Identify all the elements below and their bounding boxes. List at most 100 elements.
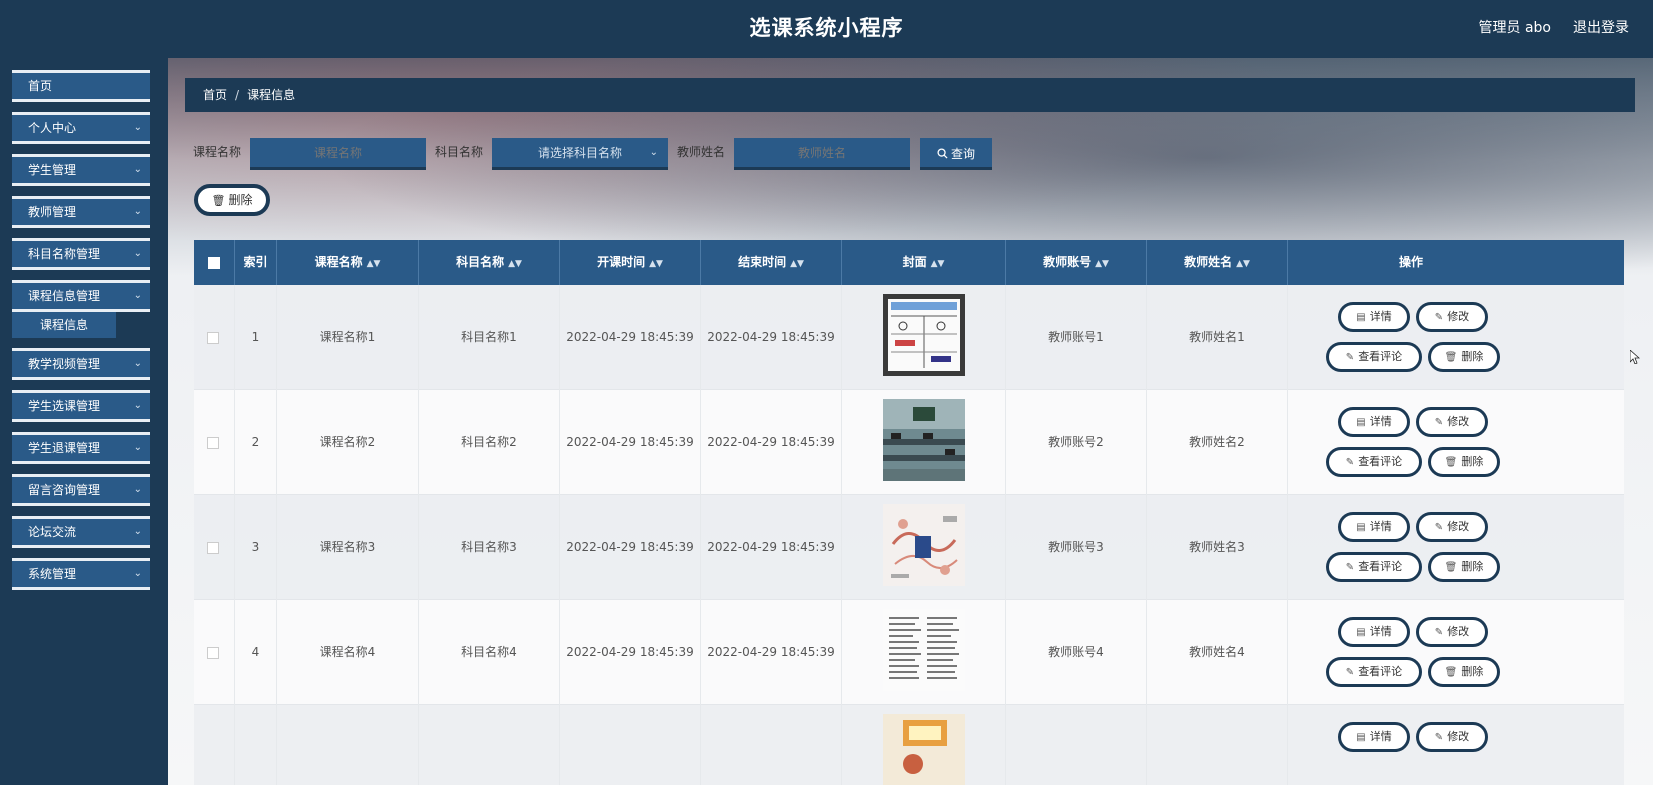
edit-button[interactable]: ✎ 修改 bbox=[1416, 302, 1488, 332]
sidebar-item-teachers[interactable]: 教师管理 ⌄ bbox=[12, 196, 150, 228]
chevron-down-icon: ⌄ bbox=[133, 442, 142, 453]
view-comments-button[interactable]: ✎ 查看评论 bbox=[1326, 552, 1422, 582]
sort-icon[interactable]: ▲▼ bbox=[508, 259, 522, 269]
sidebar-item-label: 系统管理 bbox=[28, 567, 77, 581]
cell-course-name: 课程名称2 bbox=[277, 390, 419, 495]
teacher-name-label: 教师姓名 bbox=[677, 145, 726, 159]
delete-button-label: 删除 bbox=[1461, 665, 1484, 678]
sort-icon[interactable]: ▲▼ bbox=[1095, 259, 1109, 269]
subject-select[interactable]: 请选择科目名称 ⌄ bbox=[492, 138, 668, 170]
sort-icon[interactable]: ▲▼ bbox=[649, 259, 663, 269]
sidebar-item-courses[interactable]: 课程信息管理 ⌄ bbox=[12, 280, 150, 312]
cell-cover bbox=[842, 495, 1006, 600]
cover-image[interactable] bbox=[883, 399, 965, 481]
sort-icon[interactable]: ▲▼ bbox=[367, 259, 381, 269]
sidebar-item-label: 首页 bbox=[28, 79, 53, 93]
cell-cover bbox=[842, 705, 1006, 785]
edit-button-label: 修改 bbox=[1447, 625, 1470, 638]
cover-image[interactable] bbox=[883, 504, 965, 586]
select-all-cell bbox=[194, 240, 235, 285]
delete-button[interactable]: 🗑 删除 bbox=[1428, 657, 1500, 687]
row-checkbox[interactable] bbox=[207, 437, 219, 449]
logout-link[interactable]: 退出登录 bbox=[1573, 17, 1629, 37]
sidebar-item-messages[interactable]: 留言咨询管理 ⌄ bbox=[12, 474, 150, 506]
view-comments-button[interactable]: ✎ 查看评论 bbox=[1326, 342, 1422, 372]
sort-icon[interactable]: ▲▼ bbox=[790, 259, 804, 269]
cell-subject-name bbox=[419, 705, 560, 785]
delete-button[interactable]: 🗑 删除 bbox=[1428, 447, 1500, 477]
col-course-name-label: 课程名称 bbox=[314, 255, 363, 269]
view-comments-button[interactable]: ✎ 查看评论 bbox=[1326, 447, 1422, 477]
sidebar-item-home[interactable]: 首页 bbox=[12, 70, 150, 102]
table-row: 3 课程名称3 科目名称3 2022-04-29 18:45:39 2022-0… bbox=[194, 495, 1624, 600]
select-all-checkbox[interactable] bbox=[208, 256, 220, 269]
row-select-cell bbox=[194, 285, 235, 390]
edit-button[interactable]: ✎ 修改 bbox=[1416, 512, 1488, 542]
course-name-input[interactable] bbox=[250, 138, 426, 170]
cell-end-time: 2022-04-29 18:45:39 bbox=[701, 285, 842, 390]
delete-button[interactable]: 🗑 删除 bbox=[1428, 552, 1500, 582]
cover-image[interactable] bbox=[883, 609, 965, 691]
col-actions-label: 操作 bbox=[1398, 255, 1423, 269]
chevron-down-icon: ⌄ bbox=[133, 248, 142, 259]
table-row: ▤ 详情 ✎ 修改 bbox=[194, 705, 1624, 785]
teacher-name-input[interactable] bbox=[734, 138, 910, 170]
sort-icon[interactable]: ▲▼ bbox=[1236, 259, 1250, 269]
edit-button[interactable]: ✎ 修改 bbox=[1416, 722, 1488, 752]
col-course-name[interactable]: 课程名称 ▲▼ bbox=[277, 240, 419, 285]
cell-actions: ▤ 详情 ✎ 修改 bbox=[1288, 705, 1534, 785]
sidebar-item-students[interactable]: 学生管理 ⌄ bbox=[12, 154, 150, 186]
sidebar-item-subjects[interactable]: 科目名称管理 ⌄ bbox=[12, 238, 150, 270]
row-checkbox[interactable] bbox=[207, 647, 219, 659]
cell-start-time: 2022-04-29 18:45:39 bbox=[560, 390, 701, 495]
batch-delete-button[interactable]: 🗑 删除 bbox=[194, 184, 270, 216]
document-icon: ▤ bbox=[1356, 312, 1366, 323]
sidebar-item-videos[interactable]: 教学视频管理 ⌄ bbox=[12, 348, 150, 380]
main-content: 首页/课程信息 课程名称 科目名称 请选择科目名称⌄ 教师姓名 查询 🗑删除 索… bbox=[168, 58, 1653, 785]
row-checkbox[interactable] bbox=[207, 332, 219, 344]
breadcrumb: 首页 / 课程信息 bbox=[185, 78, 1635, 112]
detail-button[interactable]: ▤ 详情 bbox=[1338, 407, 1410, 437]
sidebar-item-label: 教师管理 bbox=[28, 205, 77, 219]
col-end-time[interactable]: 结束时间 ▲▼ bbox=[701, 240, 842, 285]
edit-button[interactable]: ✎ 修改 bbox=[1416, 617, 1488, 647]
edit-button[interactable]: ✎ 修改 bbox=[1416, 407, 1488, 437]
query-button[interactable]: 查询 bbox=[920, 138, 992, 170]
col-teacher-account[interactable]: 教师账号 ▲▼ bbox=[1006, 240, 1147, 285]
sidebar-item-withdrawals[interactable]: 学生退课管理 ⌄ bbox=[12, 432, 150, 464]
detail-button[interactable]: ▤ 详情 bbox=[1338, 512, 1410, 542]
sidebar-subitem-course-info[interactable]: 课程信息 bbox=[12, 312, 116, 338]
col-cover[interactable]: 封面 ▲▼ bbox=[842, 240, 1006, 285]
sidebar-item-enrollments[interactable]: 学生选课管理 ⌄ bbox=[12, 390, 150, 422]
cell-teacher-account: 教师账号4 bbox=[1006, 600, 1147, 705]
chevron-down-icon: ⌄ bbox=[649, 147, 658, 158]
cover-image[interactable] bbox=[883, 294, 965, 376]
sidebar-item-profile[interactable]: 个人中心 ⌄ bbox=[12, 112, 150, 144]
cell-actions: ▤ 详情 ✎ 修改 ✎ 查看评论 🗑 删除 bbox=[1288, 285, 1534, 390]
delete-button[interactable]: 🗑 删除 bbox=[1428, 342, 1500, 372]
chevron-down-icon: ⌄ bbox=[133, 358, 142, 369]
detail-button-label: 详情 bbox=[1369, 415, 1392, 428]
chevron-down-icon: ⌄ bbox=[133, 568, 142, 579]
sort-icon[interactable]: ▲▼ bbox=[931, 259, 945, 269]
query-button-label: 查询 bbox=[950, 147, 975, 161]
delete-button-label: 删除 bbox=[1461, 350, 1484, 363]
col-teacher-name[interactable]: 教师姓名 ▲▼ bbox=[1147, 240, 1288, 285]
col-start-time[interactable]: 开课时间 ▲▼ bbox=[560, 240, 701, 285]
view-comments-button[interactable]: ✎ 查看评论 bbox=[1326, 657, 1422, 687]
sidebar-item-forum[interactable]: 论坛交流 ⌄ bbox=[12, 516, 150, 548]
detail-button[interactable]: ▤ 详情 bbox=[1338, 617, 1410, 647]
sidebar-item-label: 科目名称管理 bbox=[28, 247, 101, 261]
sidebar-item-system[interactable]: 系统管理 ⌄ bbox=[12, 558, 150, 590]
detail-button[interactable]: ▤ 详情 bbox=[1338, 722, 1410, 752]
edit-icon: ✎ bbox=[1345, 667, 1355, 678]
row-checkbox[interactable] bbox=[207, 542, 219, 554]
view-comments-button-label: 查看评论 bbox=[1358, 455, 1403, 468]
subject-select-placeholder: 请选择科目名称 bbox=[537, 146, 622, 160]
detail-button[interactable]: ▤ 详情 bbox=[1338, 302, 1410, 332]
edit-button-label: 修改 bbox=[1447, 415, 1470, 428]
table-row: 4 课程名称4 科目名称4 2022-04-29 18:45:39 2022-0… bbox=[194, 600, 1624, 705]
cover-image[interactable] bbox=[883, 714, 965, 785]
breadcrumb-home[interactable]: 首页 bbox=[203, 88, 227, 102]
col-subject-name[interactable]: 科目名称 ▲▼ bbox=[419, 240, 560, 285]
